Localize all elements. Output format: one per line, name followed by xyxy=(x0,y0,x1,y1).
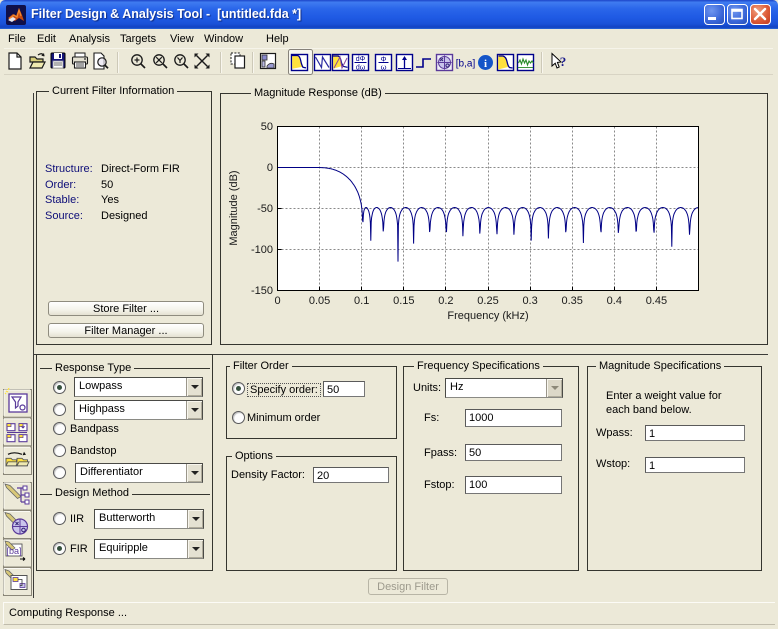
svg-text:-150: -150 xyxy=(251,285,273,297)
svg-text:dω: dω xyxy=(356,65,366,72)
svg-text:[ba]: [ba] xyxy=(6,546,21,556)
svg-text:50: 50 xyxy=(261,121,273,133)
svg-text:0.05: 0.05 xyxy=(309,295,330,307)
svg-text:dΦ: dΦ xyxy=(356,56,366,63)
svg-text:ω: ω xyxy=(381,63,387,72)
svg-text:0.2: 0.2 xyxy=(438,295,453,307)
svg-text:0: 0 xyxy=(267,162,273,174)
svg-text:?: ? xyxy=(560,54,567,69)
svg-text:i: i xyxy=(484,58,487,70)
svg-text:0.25: 0.25 xyxy=(477,295,498,307)
svg-text:0: 0 xyxy=(274,295,280,307)
svg-text:-50: -50 xyxy=(257,203,273,215)
svg-text:[b,a]: [b,a] xyxy=(456,59,476,70)
svg-text:0.45: 0.45 xyxy=(646,295,667,307)
svg-text:0.35: 0.35 xyxy=(561,295,582,307)
svg-text:Magnitude (dB): Magnitude (dB) xyxy=(228,170,240,245)
svg-text:Frequency (kHz): Frequency (kHz) xyxy=(447,310,528,322)
svg-text:0.1: 0.1 xyxy=(354,295,369,307)
svg-text:0.15: 0.15 xyxy=(393,295,414,307)
svg-text:0.4: 0.4 xyxy=(607,295,622,307)
svg-text:-100: -100 xyxy=(251,244,273,256)
svg-text:0.3: 0.3 xyxy=(522,295,537,307)
